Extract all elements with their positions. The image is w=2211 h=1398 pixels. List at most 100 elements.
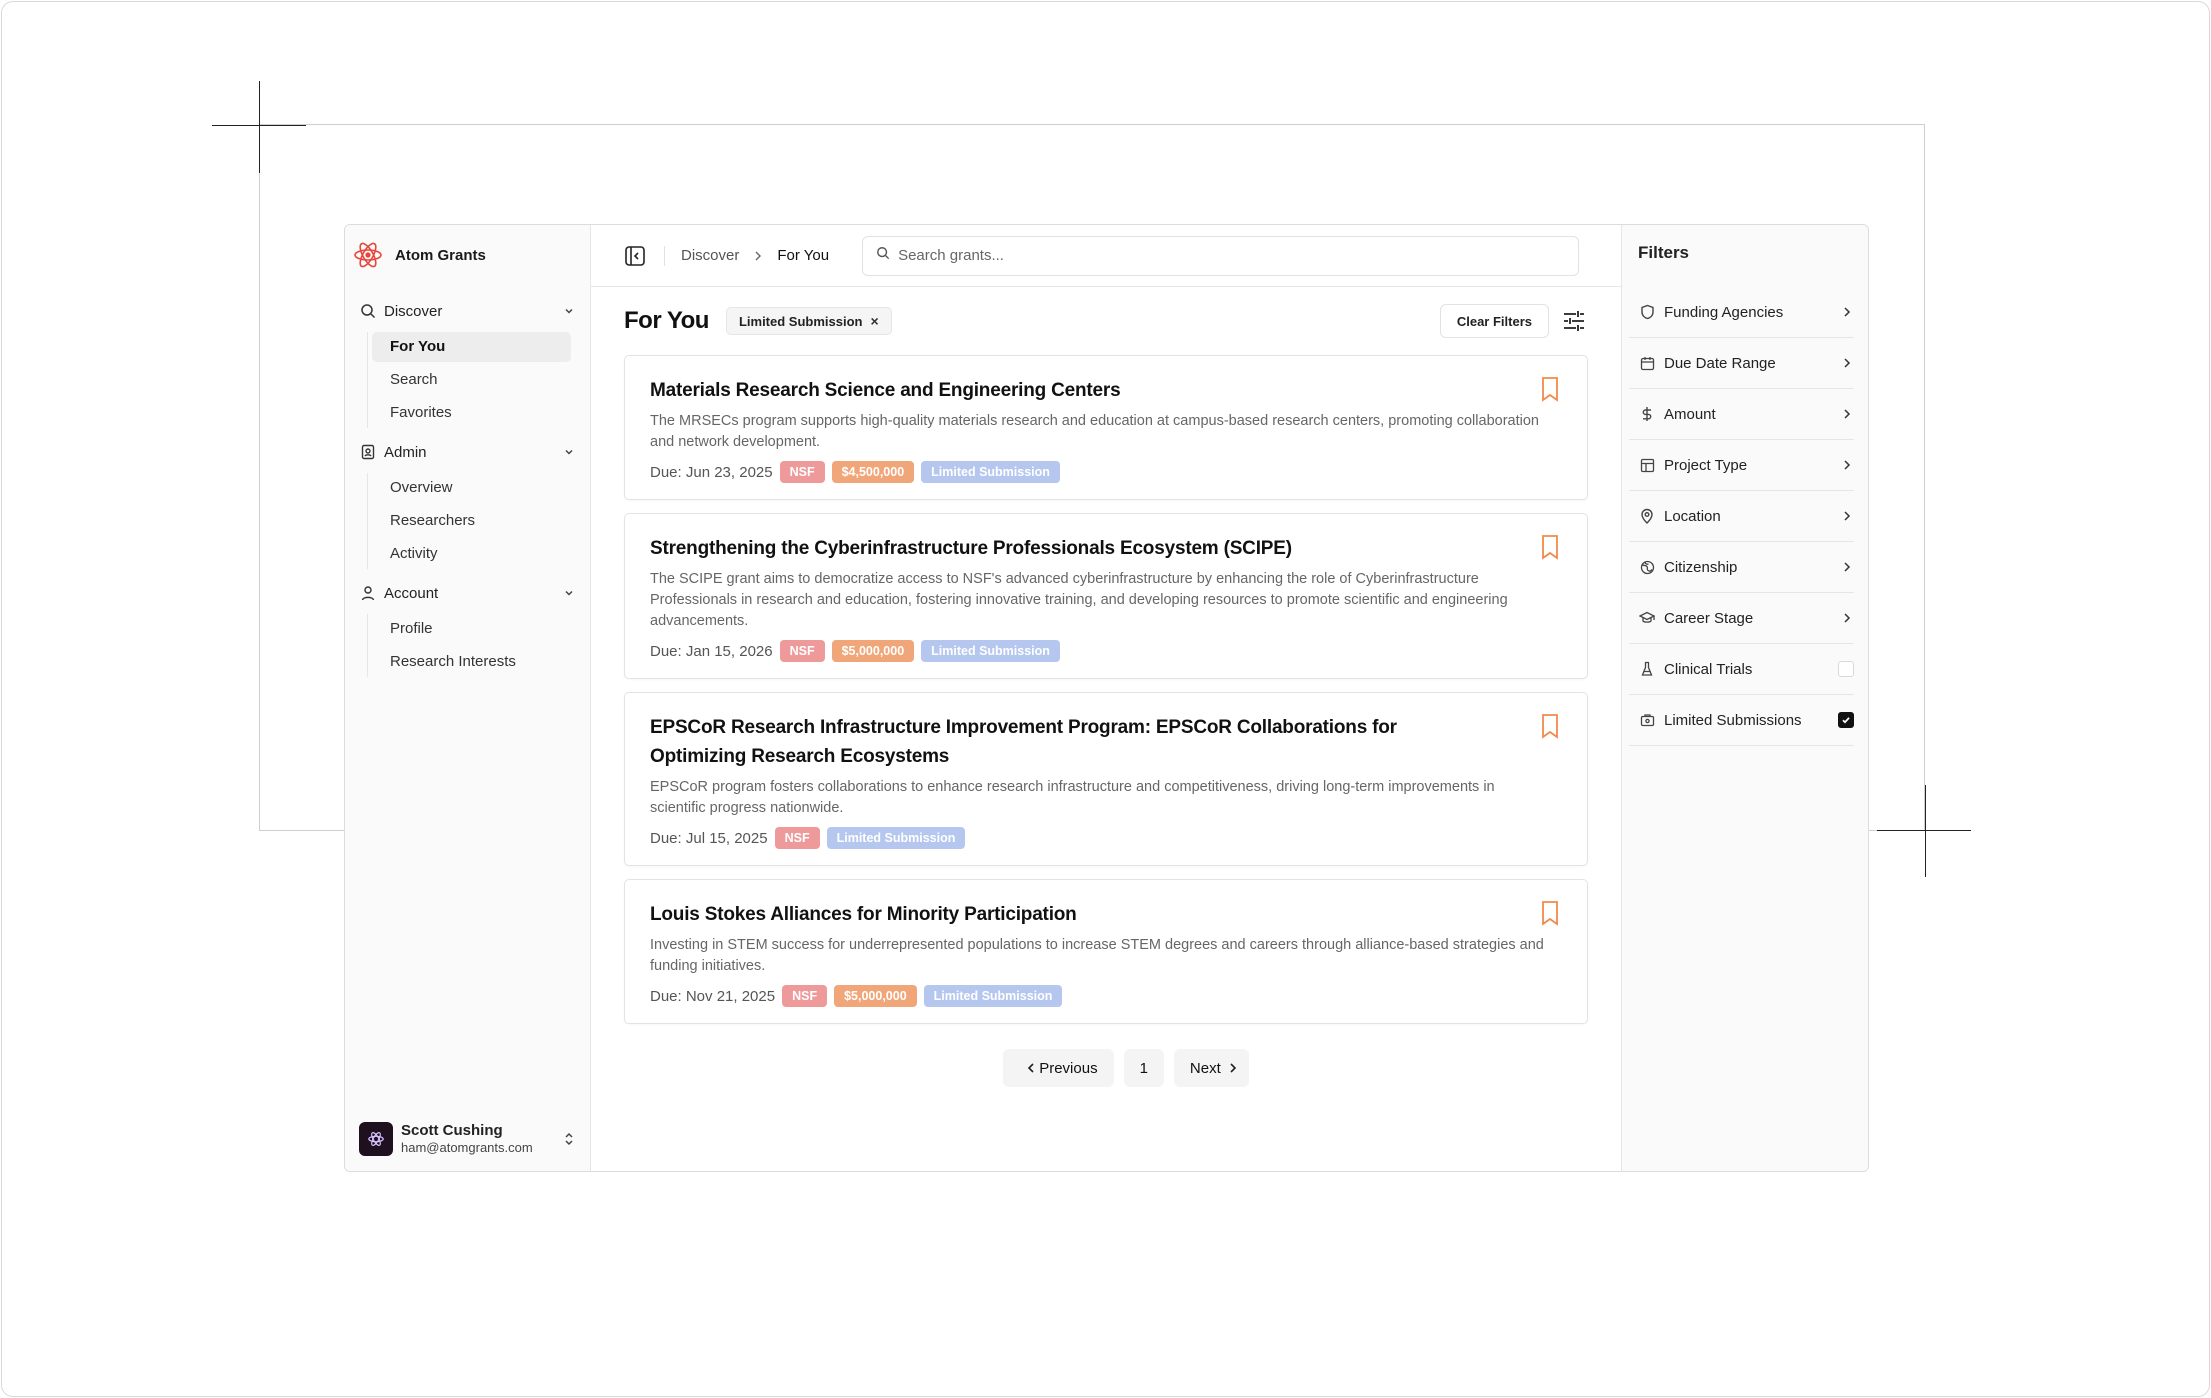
grant-title[interactable]: Strengthening the Cyberinfrastructure Pr… xyxy=(650,534,1562,563)
agency-tag: NSF xyxy=(774,827,820,849)
sliders-icon[interactable] xyxy=(1560,307,1588,335)
clear-filters-button[interactable]: Clear Filters xyxy=(1439,304,1549,338)
nav-section-label: Discover xyxy=(384,302,443,320)
bookmark-icon[interactable] xyxy=(1539,376,1561,402)
filter-location[interactable]: Location xyxy=(1629,491,1854,542)
filters-panel: Filters Funding Agencies Due Date Range xyxy=(1621,225,1868,1171)
crosshair-line xyxy=(1925,785,1926,877)
filter-limited-submissions[interactable]: Limited Submissions xyxy=(1629,695,1854,746)
chevron-right-icon xyxy=(1840,560,1854,574)
nav-section-account[interactable]: Account xyxy=(345,575,590,611)
grant-description: The MRSECs program supports high-quality… xyxy=(650,413,1539,450)
grant-card[interactable]: Strengthening the Cyberinfrastructure Pr… xyxy=(624,513,1588,679)
limited-submission-tag: Limited Submission xyxy=(921,461,1060,483)
grant-card[interactable]: Materials Research Science and Engineeri… xyxy=(624,355,1588,500)
previous-page-button[interactable]: Previous xyxy=(1003,1049,1114,1087)
filter-label: Funding Agencies xyxy=(1664,303,1784,321)
brand[interactable]: Atom Grants xyxy=(345,225,590,285)
sidebar-item-search[interactable]: Search xyxy=(372,365,571,395)
bookmark-icon[interactable] xyxy=(1539,713,1561,739)
grant-title[interactable]: Materials Research Science and Engineeri… xyxy=(650,376,1562,405)
sidebar-toggle-icon[interactable] xyxy=(624,245,646,267)
filter-amount[interactable]: Amount xyxy=(1629,389,1854,440)
filter-label: Amount xyxy=(1664,405,1716,423)
chip-label: Limited Submission xyxy=(738,313,863,329)
due-date: Due: Jun 23, 2025 xyxy=(650,463,773,481)
grant-description: The SCIPE grant aims to democratize acce… xyxy=(650,571,1508,629)
bookmark-icon[interactable] xyxy=(1539,534,1561,560)
dollar-icon xyxy=(1638,405,1656,423)
sidebar-item-research-interests[interactable]: Research Interests xyxy=(372,647,571,677)
nav-sublist: For You Search Favorites xyxy=(367,332,590,428)
search-box[interactable] xyxy=(862,235,1580,276)
grant-description: Investing in STEM success for underrepre… xyxy=(650,937,1544,974)
chevron-down-icon xyxy=(562,445,576,459)
limited-submission-tag: Limited Submission xyxy=(923,985,1063,1007)
app-window: Atom Grants Discover For You Search Favo… xyxy=(344,224,1869,1172)
nav-sublist: Profile Research Interests xyxy=(367,614,590,677)
filter-project-type[interactable]: Project Type xyxy=(1629,440,1854,491)
chevron-down-icon xyxy=(562,586,576,600)
filter-label: Limited Submissions xyxy=(1664,711,1802,729)
app-name: Atom Grants xyxy=(395,246,486,264)
grant-list: Materials Research Science and Engineeri… xyxy=(591,355,1621,1087)
active-filter-chip[interactable]: Limited Submission × xyxy=(725,307,892,335)
user-info: Scott Cushing ham@atomgrants.com xyxy=(401,1122,533,1156)
grant-title[interactable]: EPSCoR Research Infrastructure Improveme… xyxy=(650,713,1562,771)
user-menu[interactable]: Scott Cushing ham@atomgrants.com xyxy=(359,1119,577,1159)
layout-icon xyxy=(1638,456,1656,474)
filter-clinical-trials[interactable]: Clinical Trials xyxy=(1629,644,1854,695)
sidebar-item-researchers[interactable]: Researchers xyxy=(372,506,571,536)
filter-due-date-range[interactable]: Due Date Range xyxy=(1629,338,1854,389)
clinical-trials-checkbox[interactable] xyxy=(1838,661,1854,677)
filter-label: Location xyxy=(1664,507,1721,525)
main-content: Discover For You For You Limited Submiss… xyxy=(591,225,1621,1171)
map-pin-icon xyxy=(1638,507,1656,525)
bookmark-icon[interactable] xyxy=(1539,900,1561,926)
grant-card[interactable]: Louis Stokes Alliances for Minority Part… xyxy=(624,879,1588,1024)
grant-title[interactable]: Louis Stokes Alliances for Minority Part… xyxy=(650,900,1562,929)
agency-tag: NSF xyxy=(779,461,825,483)
breadcrumb-discover[interactable]: Discover xyxy=(681,247,739,264)
nav-group-discover: Discover For You Search Favorites Admin xyxy=(345,293,590,677)
search-input[interactable] xyxy=(898,247,1539,264)
amount-tag: $4,500,000 xyxy=(831,461,915,483)
sidebar-item-profile[interactable]: Profile xyxy=(372,614,571,644)
graduation-cap-icon xyxy=(1638,609,1656,627)
nav-section-admin[interactable]: Admin xyxy=(345,434,590,470)
nav-section-discover[interactable]: Discover xyxy=(345,293,590,329)
filter-funding-agencies[interactable]: Funding Agencies xyxy=(1629,287,1854,338)
chevron-right-icon xyxy=(1840,611,1854,625)
filter-label: Career Stage xyxy=(1664,609,1754,627)
sidebar-item-activity[interactable]: Activity xyxy=(372,539,571,569)
check-icon xyxy=(1842,717,1850,724)
filter-citizenship[interactable]: Citizenship xyxy=(1629,542,1854,593)
grant-card[interactable]: EPSCoR Research Infrastructure Improveme… xyxy=(624,692,1588,866)
filter-label: Due Date Range xyxy=(1664,354,1776,372)
sidebar-item-favorites[interactable]: Favorites xyxy=(372,398,571,428)
grant-meta: Due: Jun 23, 2025 NSF $4,500,000 Limited… xyxy=(650,461,1562,483)
nav-section-label: Account xyxy=(384,584,439,602)
limited-submissions-checkbox[interactable] xyxy=(1838,712,1854,728)
sidebar: Atom Grants Discover For You Search Favo… xyxy=(345,225,591,1171)
search-icon xyxy=(876,246,890,265)
sidebar-item-overview[interactable]: Overview xyxy=(372,473,571,503)
chevron-right-icon xyxy=(1840,458,1854,472)
chevron-right-icon xyxy=(1840,407,1854,421)
due-date: Due: Jan 15, 2026 xyxy=(650,642,773,660)
amount-tag: $5,000,000 xyxy=(834,985,917,1007)
filter-label: Citizenship xyxy=(1664,558,1738,576)
page-number-button[interactable]: 1 xyxy=(1123,1049,1164,1087)
next-page-button[interactable]: Next xyxy=(1173,1049,1249,1087)
close-icon[interactable]: × xyxy=(870,313,878,329)
sidebar-item-for-you[interactable]: For You xyxy=(372,332,571,362)
filters-title: Filters xyxy=(1638,243,1690,262)
previous-label: Previous xyxy=(1039,1059,1098,1077)
chevrons-up-down-icon[interactable] xyxy=(561,1129,577,1149)
chevron-right-icon xyxy=(1840,356,1854,370)
due-date: Due: Jul 15, 2025 xyxy=(650,829,768,847)
nav-sublist: Overview Researchers Activity xyxy=(367,473,590,569)
chevron-down-icon xyxy=(562,304,576,318)
filter-career-stage[interactable]: Career Stage xyxy=(1629,593,1854,644)
filter-list: Funding Agencies Due Date Range Amount P… xyxy=(1622,287,1868,746)
